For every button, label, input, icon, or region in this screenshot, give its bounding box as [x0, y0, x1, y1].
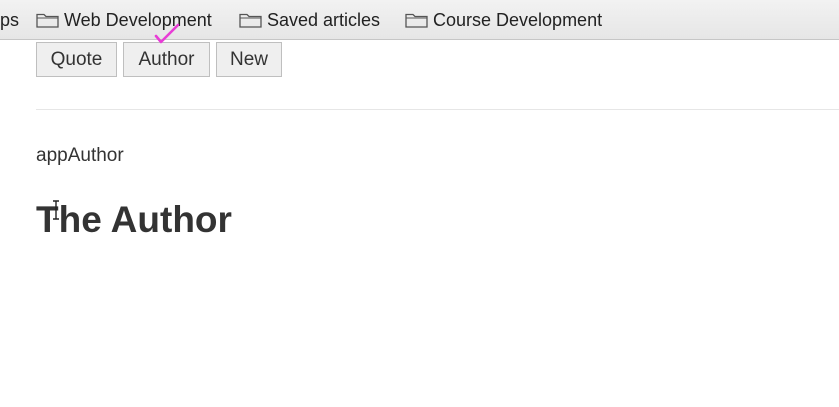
page-heading: The Author — [36, 199, 232, 240]
divider — [36, 109, 839, 110]
folder-icon — [405, 12, 428, 28]
bookmark-label: Saved articles — [267, 9, 381, 30]
bookmark-web-development[interactable]: Web Development — [36, 10, 212, 30]
new-button[interactable]: New — [216, 42, 282, 77]
bookmark-apps-partial[interactable]: ps — [0, 10, 19, 31]
folder-icon — [239, 12, 262, 28]
component-text: appAuthor — [36, 145, 124, 166]
bookmark-label: Course Development — [433, 9, 603, 30]
bookmark-course-development[interactable]: Course Development — [405, 10, 602, 30]
bookmarks-bar: ps Web Development Saved articles Course… — [0, 0, 839, 40]
bookmark-saved-articles[interactable]: Saved articles — [239, 10, 380, 30]
checkmark-icon — [154, 23, 180, 44]
quote-button[interactable]: Quote — [36, 42, 117, 77]
folder-icon — [36, 12, 59, 28]
bookmark-label: Web Development — [64, 9, 212, 30]
author-button[interactable]: Author — [123, 42, 210, 77]
text-cursor-icon — [53, 200, 59, 220]
